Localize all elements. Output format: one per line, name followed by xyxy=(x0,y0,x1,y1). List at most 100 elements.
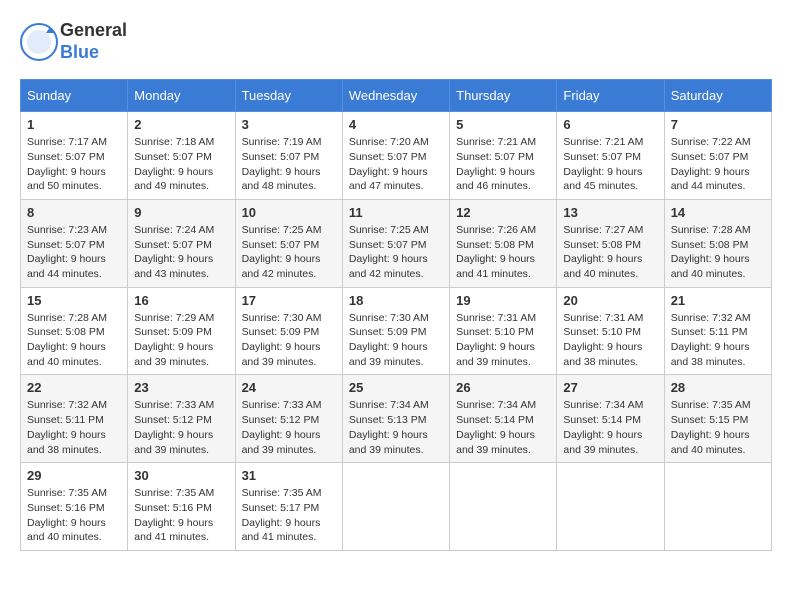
day-number: 28 xyxy=(671,380,765,395)
calendar-cell: 5 Sunrise: 7:21 AM Sunset: 5:07 PM Dayli… xyxy=(450,112,557,200)
day-info: Sunrise: 7:35 AM Sunset: 5:16 PM Dayligh… xyxy=(134,486,228,545)
day-info: Sunrise: 7:32 AM Sunset: 5:11 PM Dayligh… xyxy=(27,398,121,457)
day-number: 19 xyxy=(456,293,550,308)
day-info: Sunrise: 7:18 AM Sunset: 5:07 PM Dayligh… xyxy=(134,135,228,194)
calendar-cell: 1 Sunrise: 7:17 AM Sunset: 5:07 PM Dayli… xyxy=(21,112,128,200)
day-number: 20 xyxy=(563,293,657,308)
day-number: 23 xyxy=(134,380,228,395)
day-number: 17 xyxy=(242,293,336,308)
day-number: 2 xyxy=(134,117,228,132)
logo-text: General Blue xyxy=(60,20,127,63)
day-number: 15 xyxy=(27,293,121,308)
header: General Blue xyxy=(20,20,772,63)
calendar-body: 1 Sunrise: 7:17 AM Sunset: 5:07 PM Dayli… xyxy=(21,112,772,551)
day-info: Sunrise: 7:28 AM Sunset: 5:08 PM Dayligh… xyxy=(671,223,765,282)
logo-blue: Blue xyxy=(60,42,127,64)
day-number: 9 xyxy=(134,205,228,220)
day-info: Sunrise: 7:35 AM Sunset: 5:16 PM Dayligh… xyxy=(27,486,121,545)
calendar-cell xyxy=(450,463,557,551)
day-number: 18 xyxy=(349,293,443,308)
day-number: 30 xyxy=(134,468,228,483)
day-number: 26 xyxy=(456,380,550,395)
day-info: Sunrise: 7:27 AM Sunset: 5:08 PM Dayligh… xyxy=(563,223,657,282)
calendar-cell: 18 Sunrise: 7:30 AM Sunset: 5:09 PM Dayl… xyxy=(342,287,449,375)
header-day: Tuesday xyxy=(235,80,342,112)
day-info: Sunrise: 7:17 AM Sunset: 5:07 PM Dayligh… xyxy=(27,135,121,194)
calendar-cell: 26 Sunrise: 7:34 AM Sunset: 5:14 PM Dayl… xyxy=(450,375,557,463)
calendar-cell: 23 Sunrise: 7:33 AM Sunset: 5:12 PM Dayl… xyxy=(128,375,235,463)
calendar-cell: 14 Sunrise: 7:28 AM Sunset: 5:08 PM Dayl… xyxy=(664,199,771,287)
logo-general: General xyxy=(60,20,127,42)
calendar-cell: 8 Sunrise: 7:23 AM Sunset: 5:07 PM Dayli… xyxy=(21,199,128,287)
day-info: Sunrise: 7:24 AM Sunset: 5:07 PM Dayligh… xyxy=(134,223,228,282)
calendar-cell: 6 Sunrise: 7:21 AM Sunset: 5:07 PM Dayli… xyxy=(557,112,664,200)
day-info: Sunrise: 7:35 AM Sunset: 5:17 PM Dayligh… xyxy=(242,486,336,545)
header-day: Thursday xyxy=(450,80,557,112)
day-number: 6 xyxy=(563,117,657,132)
calendar-cell xyxy=(664,463,771,551)
calendar-cell: 9 Sunrise: 7:24 AM Sunset: 5:07 PM Dayli… xyxy=(128,199,235,287)
day-info: Sunrise: 7:25 AM Sunset: 5:07 PM Dayligh… xyxy=(242,223,336,282)
day-info: Sunrise: 7:35 AM Sunset: 5:15 PM Dayligh… xyxy=(671,398,765,457)
day-info: Sunrise: 7:30 AM Sunset: 5:09 PM Dayligh… xyxy=(349,311,443,370)
day-info: Sunrise: 7:21 AM Sunset: 5:07 PM Dayligh… xyxy=(456,135,550,194)
day-number: 21 xyxy=(671,293,765,308)
calendar-cell: 4 Sunrise: 7:20 AM Sunset: 5:07 PM Dayli… xyxy=(342,112,449,200)
day-number: 27 xyxy=(563,380,657,395)
day-number: 11 xyxy=(349,205,443,220)
calendar-cell: 28 Sunrise: 7:35 AM Sunset: 5:15 PM Dayl… xyxy=(664,375,771,463)
calendar-week-row: 22 Sunrise: 7:32 AM Sunset: 5:11 PM Dayl… xyxy=(21,375,772,463)
day-number: 25 xyxy=(349,380,443,395)
calendar-cell: 17 Sunrise: 7:30 AM Sunset: 5:09 PM Dayl… xyxy=(235,287,342,375)
day-info: Sunrise: 7:32 AM Sunset: 5:11 PM Dayligh… xyxy=(671,311,765,370)
day-info: Sunrise: 7:34 AM Sunset: 5:14 PM Dayligh… xyxy=(563,398,657,457)
calendar-cell: 13 Sunrise: 7:27 AM Sunset: 5:08 PM Dayl… xyxy=(557,199,664,287)
calendar-cell: 11 Sunrise: 7:25 AM Sunset: 5:07 PM Dayl… xyxy=(342,199,449,287)
day-info: Sunrise: 7:21 AM Sunset: 5:07 PM Dayligh… xyxy=(563,135,657,194)
day-info: Sunrise: 7:20 AM Sunset: 5:07 PM Dayligh… xyxy=(349,135,443,194)
day-number: 12 xyxy=(456,205,550,220)
day-number: 7 xyxy=(671,117,765,132)
calendar-cell: 30 Sunrise: 7:35 AM Sunset: 5:16 PM Dayl… xyxy=(128,463,235,551)
calendar-week-row: 29 Sunrise: 7:35 AM Sunset: 5:16 PM Dayl… xyxy=(21,463,772,551)
calendar-cell: 2 Sunrise: 7:18 AM Sunset: 5:07 PM Dayli… xyxy=(128,112,235,200)
calendar-cell: 10 Sunrise: 7:25 AM Sunset: 5:07 PM Dayl… xyxy=(235,199,342,287)
day-info: Sunrise: 7:30 AM Sunset: 5:09 PM Dayligh… xyxy=(242,311,336,370)
day-info: Sunrise: 7:31 AM Sunset: 5:10 PM Dayligh… xyxy=(563,311,657,370)
calendar-cell: 20 Sunrise: 7:31 AM Sunset: 5:10 PM Dayl… xyxy=(557,287,664,375)
calendar-cell: 25 Sunrise: 7:34 AM Sunset: 5:13 PM Dayl… xyxy=(342,375,449,463)
calendar-cell: 16 Sunrise: 7:29 AM Sunset: 5:09 PM Dayl… xyxy=(128,287,235,375)
calendar-cell: 29 Sunrise: 7:35 AM Sunset: 5:16 PM Dayl… xyxy=(21,463,128,551)
day-number: 16 xyxy=(134,293,228,308)
calendar-cell: 31 Sunrise: 7:35 AM Sunset: 5:17 PM Dayl… xyxy=(235,463,342,551)
logo: General Blue xyxy=(20,20,127,63)
calendar-header-row: SundayMondayTuesdayWednesdayThursdayFrid… xyxy=(21,80,772,112)
day-info: Sunrise: 7:31 AM Sunset: 5:10 PM Dayligh… xyxy=(456,311,550,370)
calendar-cell: 22 Sunrise: 7:32 AM Sunset: 5:11 PM Dayl… xyxy=(21,375,128,463)
calendar: SundayMondayTuesdayWednesdayThursdayFrid… xyxy=(20,79,772,551)
day-number: 29 xyxy=(27,468,121,483)
day-number: 3 xyxy=(242,117,336,132)
day-info: Sunrise: 7:33 AM Sunset: 5:12 PM Dayligh… xyxy=(242,398,336,457)
calendar-cell: 3 Sunrise: 7:19 AM Sunset: 5:07 PM Dayli… xyxy=(235,112,342,200)
day-info: Sunrise: 7:29 AM Sunset: 5:09 PM Dayligh… xyxy=(134,311,228,370)
day-number: 13 xyxy=(563,205,657,220)
header-day: Monday xyxy=(128,80,235,112)
day-number: 5 xyxy=(456,117,550,132)
calendar-cell: 27 Sunrise: 7:34 AM Sunset: 5:14 PM Dayl… xyxy=(557,375,664,463)
calendar-cell: 15 Sunrise: 7:28 AM Sunset: 5:08 PM Dayl… xyxy=(21,287,128,375)
calendar-cell: 12 Sunrise: 7:26 AM Sunset: 5:08 PM Dayl… xyxy=(450,199,557,287)
logo-graphic xyxy=(20,23,58,61)
calendar-cell xyxy=(557,463,664,551)
day-info: Sunrise: 7:26 AM Sunset: 5:08 PM Dayligh… xyxy=(456,223,550,282)
day-number: 14 xyxy=(671,205,765,220)
day-number: 24 xyxy=(242,380,336,395)
day-number: 10 xyxy=(242,205,336,220)
day-info: Sunrise: 7:25 AM Sunset: 5:07 PM Dayligh… xyxy=(349,223,443,282)
day-number: 4 xyxy=(349,117,443,132)
day-number: 8 xyxy=(27,205,121,220)
header-day: Saturday xyxy=(664,80,771,112)
calendar-cell: 7 Sunrise: 7:22 AM Sunset: 5:07 PM Dayli… xyxy=(664,112,771,200)
header-day: Sunday xyxy=(21,80,128,112)
header-day: Wednesday xyxy=(342,80,449,112)
